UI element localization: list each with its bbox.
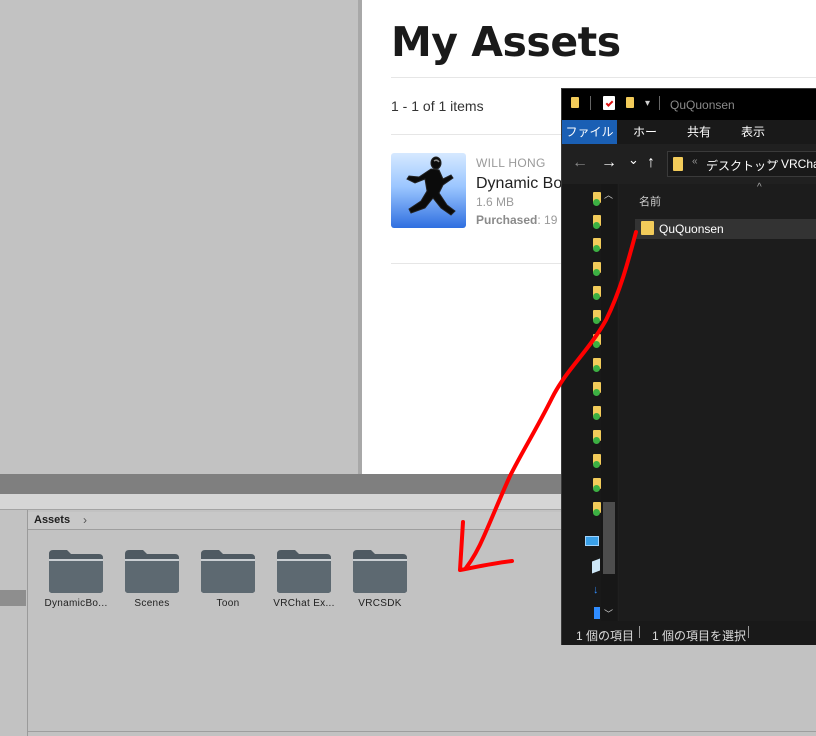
folder-label: VRCSDK [358,598,402,609]
window-title: QuQuonsen [670,98,735,112]
sync-check-icon [593,293,600,300]
folder-item[interactable]: Scenes [117,548,187,609]
divider [748,626,749,638]
tab-file[interactable]: ファイル [562,120,617,144]
folder-item[interactable]: DynamicBo... [41,548,111,609]
tab-home[interactable]: ホーム [630,120,660,163]
unity-left-panel [0,0,360,474]
divider [590,96,591,110]
purchased-label: Purchased [476,213,538,227]
folder-icon [277,550,331,593]
properties-icon[interactable] [603,96,615,110]
folder-item[interactable]: VRChat Ex... [269,548,339,609]
folder-label: VRChat Ex... [273,598,335,609]
up-arrow-icon[interactable]: ↑ [647,154,655,172]
breadcrumb [28,512,562,530]
sync-check-icon [593,269,600,276]
folder-icon [125,550,179,593]
folder-icon [571,97,579,108]
sync-check-icon [593,245,600,252]
scroll-up-icon[interactable]: ︿ [604,188,613,201]
new-folder-icon[interactable] [626,97,634,108]
folder-icon [641,221,654,235]
folder-icon [353,550,407,593]
check-mark-icon [605,99,614,107]
folder-label: Toon [216,598,240,609]
asset-size: 1.6 MB [476,195,515,209]
scroll-down-icon[interactable]: ﹀ [604,607,613,620]
file-row-name[interactable]: QuQuonsen [659,222,724,236]
status-selection-count: 1 個の項目を選択 [652,629,747,643]
asset-thumbnail[interactable] [391,153,466,228]
sync-check-icon [593,509,600,516]
status-item-count: 1 個の項目 [576,629,635,643]
tab-share[interactable]: 共有 [686,120,712,144]
download-arrow-icon[interactable]: ↓ [593,584,599,596]
back-arrow-icon[interactable]: ← [572,154,588,172]
recent-locations-icon[interactable]: ⌄ [628,152,639,168]
desktop-icon[interactable] [585,536,599,546]
page-title: My Assets [391,18,621,66]
folder-icon [673,157,683,171]
items-count: 1 - 1 of 1 items [391,98,484,114]
address-overflow-icon[interactable]: « [692,156,698,167]
file-list-pane [619,184,816,621]
divider [28,731,816,732]
asset-name[interactable]: Dynamic Bo [476,175,562,193]
asset-author[interactable]: WILL HONG [476,156,546,170]
running-figure-icon [406,156,456,216]
sync-check-icon [593,317,600,324]
folder-label: Scenes [134,598,170,609]
sync-check-icon [593,389,600,396]
sync-check-icon [593,413,600,420]
folder-item[interactable]: VRCSDK [345,548,415,609]
folder-icon [49,550,103,593]
column-header-name[interactable]: 名前 [639,193,661,209]
asset-purchased-date: Purchased: 19 [476,213,557,227]
project-tree-selected-item[interactable] [0,590,26,606]
sync-check-icon [593,222,600,229]
folder-label: DynamicBo... [44,598,108,609]
sync-check-icon [593,461,600,468]
sync-check-icon [593,437,600,444]
folder-item[interactable]: Toon [193,548,263,609]
divider [639,626,640,638]
breadcrumb-assets[interactable]: Assets [34,514,70,526]
tab-view[interactable]: 表示 [740,120,766,144]
address-segment[interactable]: VRCha [781,157,816,171]
chevron-right-icon[interactable]: › [768,156,772,168]
forward-arrow-icon[interactable]: → [601,154,617,172]
purchased-value: : 19 [537,213,558,227]
divider [391,77,816,78]
sync-check-icon [593,199,600,206]
folder-icon [201,550,255,593]
sort-ascending-icon: ^ [757,182,762,193]
scrollbar-thumb[interactable] [603,502,615,574]
quick-access-dropdown-icon[interactable]: ▾ [645,98,650,109]
chevron-right-icon: › [83,513,87,527]
project-tree-panel [0,510,28,736]
sync-check-icon [593,365,600,372]
sync-check-icon [593,485,600,492]
document-icon[interactable] [594,607,600,619]
sync-check-icon [593,341,600,348]
divider [659,96,660,110]
